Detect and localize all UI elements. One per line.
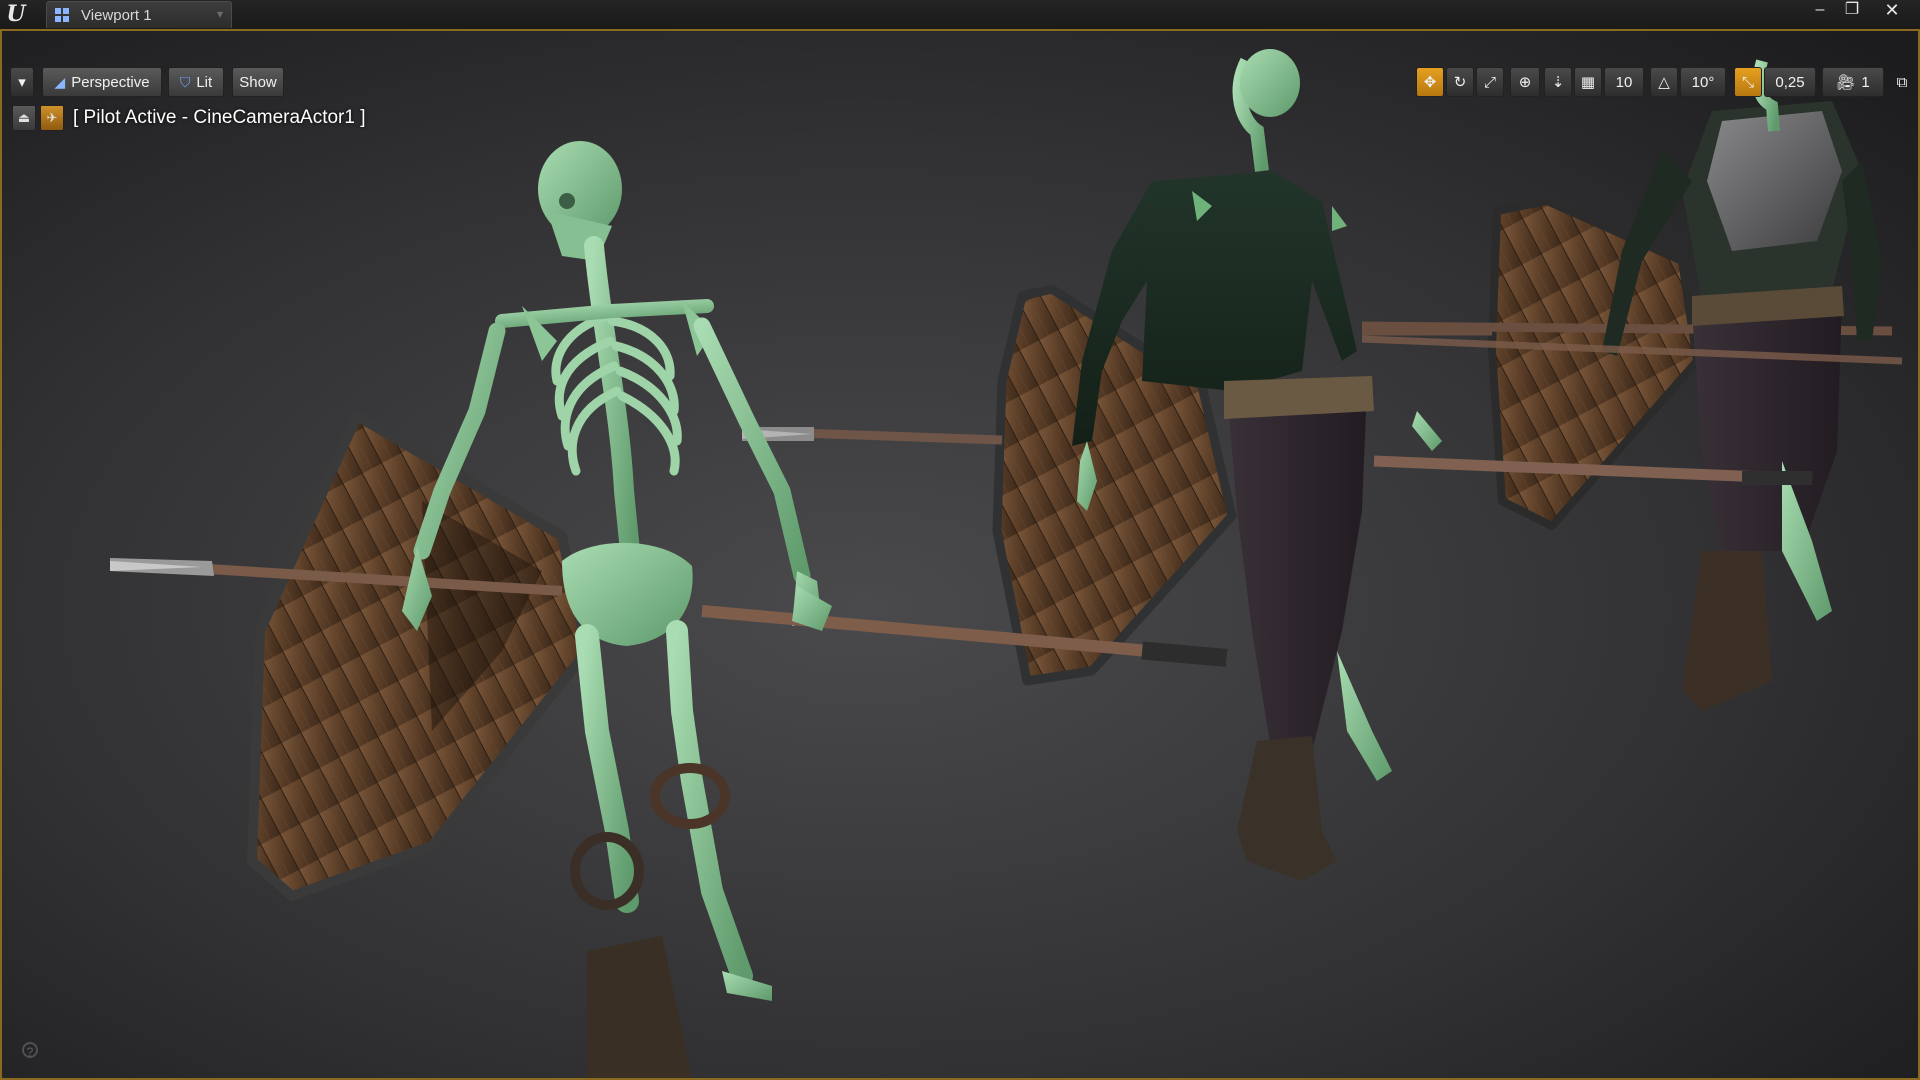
perspective-label: Perspective xyxy=(71,73,150,91)
viewport-options-button[interactable]: ▾ xyxy=(10,67,34,97)
globe-icon: ⊕ xyxy=(1518,74,1532,91)
viewport-tab-icon xyxy=(55,8,69,22)
tab-label: Viewport 1 xyxy=(81,7,152,24)
restore-button[interactable]: ❐ xyxy=(1834,0,1870,20)
translate-mode-button[interactable]: ✥ xyxy=(1416,67,1444,97)
scale-snap-value[interactable]: 0,25 xyxy=(1764,67,1816,97)
move-icon: ✥ xyxy=(1423,74,1437,91)
pilot-active-label: [ Pilot Active - CineCameraActor1 ] xyxy=(73,107,366,128)
title-bar: U Viewport 1 ▾ – ❐ ✕ xyxy=(0,0,1920,31)
grid-snap-value-label: 10 xyxy=(1615,73,1633,91)
maximize-viewport-button[interactable]: ⧉ xyxy=(1890,67,1914,97)
rotation-snap-toggle[interactable]: △ xyxy=(1650,67,1678,97)
rotate-icon: ↻ xyxy=(1453,74,1467,91)
unreal-editor-window: U Viewport 1 ▾ – ❐ ✕ ▾ ◢ Perspective ⛉ L… xyxy=(0,0,1920,1080)
rotation-snap-value[interactable]: 10° xyxy=(1680,67,1726,97)
actor-lock-button[interactable]: ✈ xyxy=(40,105,64,131)
minimize-button[interactable]: – xyxy=(1802,0,1838,20)
scale-snap-value-label: 0,25 xyxy=(1775,73,1805,91)
help-icon[interactable]: ? xyxy=(22,1042,38,1059)
scale-snap-icon: ⤡ xyxy=(1741,73,1754,91)
show-button[interactable]: Show xyxy=(232,67,284,97)
show-label: Show xyxy=(239,73,277,91)
chevron-down-icon: ▾ xyxy=(18,74,26,91)
maximize-viewport-icon: ⧉ xyxy=(1896,73,1908,91)
tab-viewport-1[interactable]: Viewport 1 ▾ xyxy=(46,1,232,28)
scale-mode-button[interactable]: ⤢ xyxy=(1476,67,1504,97)
rotation-snap-value-label: 10° xyxy=(1691,73,1715,91)
world-local-toggle[interactable]: ⊕ xyxy=(1510,67,1540,97)
grid-snap-value[interactable]: 10 xyxy=(1604,67,1644,97)
viewport-scene[interactable] xyxy=(2,31,1920,1080)
camera-speed-button[interactable]: 🎥︎ 1 xyxy=(1822,67,1884,97)
camera-icon: 🎥︎ xyxy=(1836,74,1856,91)
lit-label: Lit xyxy=(196,73,213,91)
unreal-logo-icon[interactable]: U xyxy=(4,2,28,26)
surface-snap-icon: ⇣ xyxy=(1551,74,1565,91)
eject-pilot-button[interactable]: ⏏ xyxy=(12,105,36,131)
lit-button[interactable]: ⛉ Lit xyxy=(168,67,224,97)
perspective-icon: ◢ xyxy=(54,73,66,90)
scale-snap-toggle[interactable]: ⤡ xyxy=(1734,67,1762,97)
actor-pilot-icon: ✈ xyxy=(46,110,58,125)
perspective-button[interactable]: ◢ Perspective xyxy=(42,67,162,97)
surface-snap-button[interactable]: ⇣ xyxy=(1544,67,1572,97)
tab-dropdown-icon[interactable]: ▾ xyxy=(217,7,223,21)
level-viewport[interactable]: ▾ ◢ Perspective ⛉ Lit Show ✥ ↻ ⤢ ⊕ ⇣ ▦ 1… xyxy=(0,31,1920,1080)
eject-icon: ⏏ xyxy=(17,110,31,125)
angle-icon: △ xyxy=(1658,74,1670,91)
lit-shield-icon: ⛉ xyxy=(179,73,191,90)
close-button[interactable]: ✕ xyxy=(1874,0,1910,20)
camera-speed-value: 1 xyxy=(1861,73,1870,91)
rotate-mode-button[interactable]: ↻ xyxy=(1446,67,1474,97)
grid-snap-toggle[interactable]: ▦ xyxy=(1574,67,1602,97)
grid-icon: ▦ xyxy=(1580,74,1596,91)
scale-icon: ⤢ xyxy=(1483,73,1496,91)
